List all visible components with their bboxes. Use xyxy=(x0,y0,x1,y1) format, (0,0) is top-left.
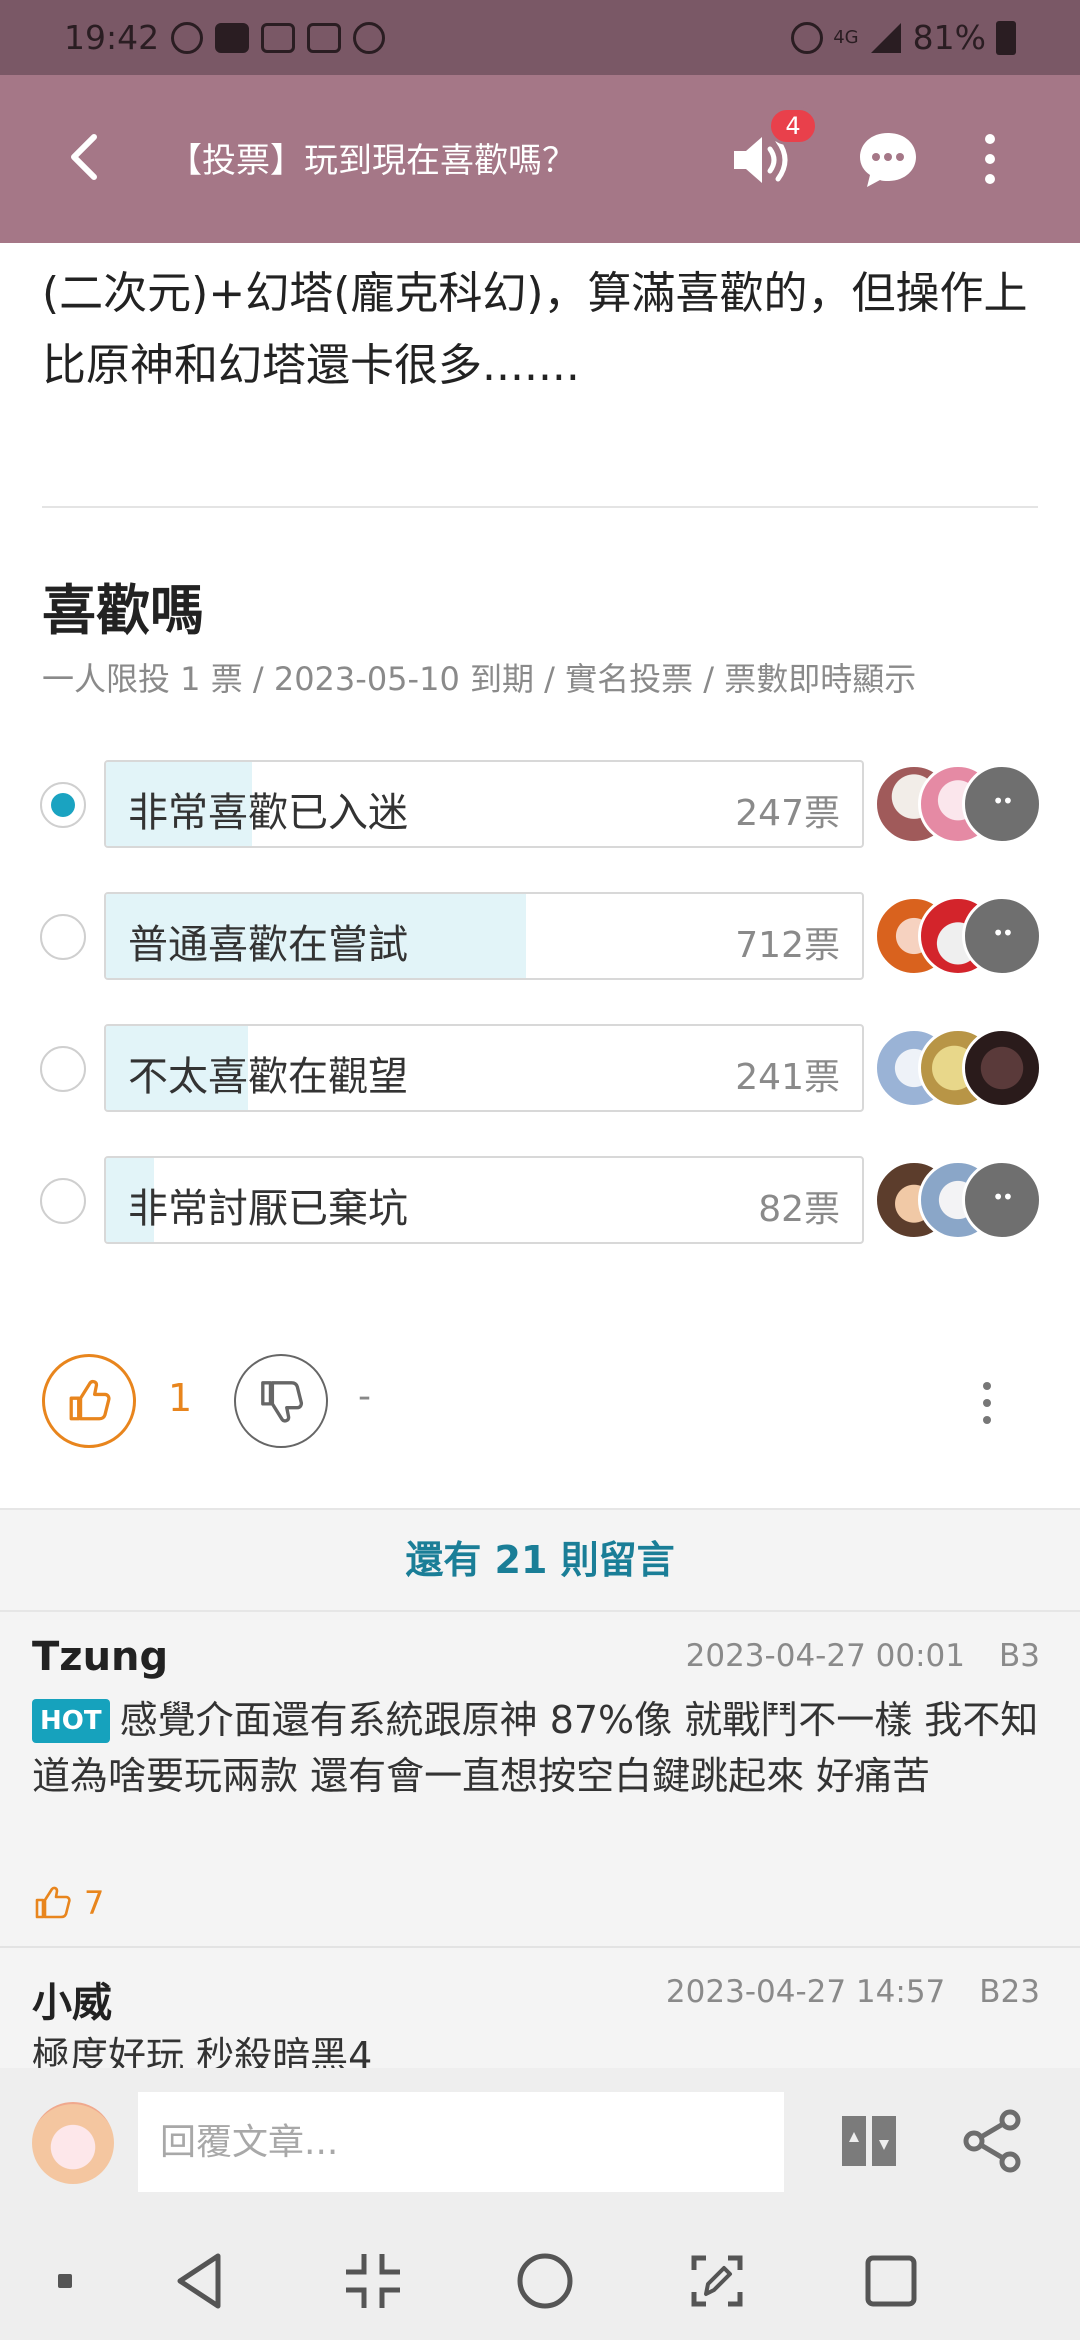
page-jump-icon[interactable] xyxy=(838,2110,900,2172)
poll-option[interactable]: 不太喜歡在觀望 241票 xyxy=(0,1024,1080,1114)
poll-option-bar[interactable]: 不太喜歡在觀望 241票 xyxy=(104,1024,864,1112)
user-avatar[interactable] xyxy=(32,2102,114,2184)
poll-option[interactable]: 非常喜歡已入迷 247票 xyxy=(0,760,1080,850)
poll-radio[interactable] xyxy=(40,914,86,960)
nav-dot-icon[interactable] xyxy=(50,2248,80,2314)
recents-icon[interactable] xyxy=(858,2248,924,2314)
notification-badge: 4 xyxy=(768,107,818,145)
comment-author[interactable]: Tzung xyxy=(32,1634,168,1680)
youtube-icon xyxy=(215,22,250,53)
poll-option-label: 不太喜歡在觀望 xyxy=(128,1054,408,1100)
voter-avatars[interactable] xyxy=(874,1028,1044,1108)
post-more-icon[interactable] xyxy=(970,1378,1004,1428)
page-title: 【投票】玩到現在喜歡嗎？ xyxy=(168,141,576,181)
avatar xyxy=(962,1028,1042,1108)
back-icon[interactable] xyxy=(56,127,116,187)
system-nav-bar xyxy=(0,2220,1080,2340)
poll-title: 喜歡嗎 xyxy=(42,579,204,642)
twitch-icon xyxy=(307,22,342,53)
notification-icons xyxy=(171,21,386,54)
chat-icon[interactable] xyxy=(856,127,920,191)
like-button[interactable] xyxy=(42,1354,136,1448)
comment-meta: 2023-04-27 00:01 B3 xyxy=(686,1638,1040,1674)
app-bar: 【投票】玩到現在喜歡嗎？ 4 xyxy=(0,75,1080,243)
whatsapp-icon xyxy=(171,21,204,54)
comment-date: 2023-04-27 00:01 xyxy=(685,1638,965,1674)
poll-option-votes: 247票 xyxy=(735,793,840,834)
system-indicators: 4G 81% xyxy=(791,18,1016,57)
poll-radio[interactable] xyxy=(40,1178,86,1224)
battery-icon xyxy=(996,20,1016,55)
poll-option-bar[interactable]: 非常喜歡已入迷 247票 xyxy=(104,760,864,848)
more-voters-avatar xyxy=(962,1160,1042,1240)
poll-radio[interactable] xyxy=(40,782,86,828)
dislike-count: - xyxy=(358,1376,371,1417)
more-options-icon[interactable] xyxy=(970,127,1010,191)
poll-radio[interactable] xyxy=(40,1046,86,1092)
call-icon xyxy=(353,21,386,54)
poll-option[interactable]: 普通喜歡在嘗試 712票 xyxy=(0,892,1080,982)
poll-option[interactable]: 非常討厭已棄坑 82票 xyxy=(0,1156,1080,1246)
poll-option-votes: 712票 xyxy=(735,925,840,966)
edit-capture-icon[interactable] xyxy=(684,2248,750,2314)
voter-avatars[interactable] xyxy=(874,764,1044,844)
comment-text: 極度好玩 秒殺暗黑4 xyxy=(32,2034,373,2068)
comment-like-button[interactable]: 7 xyxy=(34,1884,154,1924)
back-nav-icon[interactable] xyxy=(168,2248,234,2314)
status-time: 19:42 xyxy=(64,18,160,57)
poll-option-label: 非常討厭已棄坑 xyxy=(128,1186,408,1232)
gallery-icon xyxy=(261,22,296,53)
voter-avatars[interactable] xyxy=(874,1160,1044,1240)
poll-option-label: 普通喜歡在嘗試 xyxy=(128,922,408,968)
reply-bar xyxy=(0,2068,1080,2220)
comment-floor: B3 xyxy=(999,1638,1040,1674)
comment-like-count: 7 xyxy=(84,1884,105,1922)
status-bar: 19:42 4G 81% xyxy=(0,0,1080,75)
poll-option-votes: 82票 xyxy=(758,1189,840,1230)
poll-option-bar[interactable]: 普通喜歡在嘗試 712票 xyxy=(104,892,864,980)
poll-option-bar[interactable]: 非常討厭已棄坑 82票 xyxy=(104,1156,864,1244)
comment-body: HOT 感覺介面還有系統跟原神 87%像 就戰鬥不一樣 我不知道為啥要玩兩款 還有… xyxy=(32,1692,1052,1804)
comment-item: Tzung 2023-04-27 00:01 B3 HOT 感覺介面還有系統跟原神 … xyxy=(0,1612,1080,1946)
home-icon[interactable] xyxy=(512,2248,578,2314)
comment-item: 小威 2023-04-27 14:57 B23 極度好玩 秒殺暗黑4 xyxy=(0,1948,1080,2068)
voter-avatars[interactable] xyxy=(874,896,1044,976)
article-body: (二次元)+幻塔(龐克科幻)，算滿喜歡的，但操作上比原神和幻塔還卡很多.....… xyxy=(42,268,1028,391)
share-icon[interactable] xyxy=(960,2106,1026,2176)
hot-badge: HOT xyxy=(32,1699,110,1743)
more-comments-button[interactable]: 還有 21 則留言 xyxy=(0,1508,1080,1612)
poll-meta: 一人限投 1 票 / 2023-05-10 到期 / 實名投票 / 票數即時顯示 xyxy=(42,660,917,698)
signal-icon xyxy=(870,22,901,53)
comment-author[interactable]: 小威 xyxy=(32,1970,112,2028)
network-type: 4G xyxy=(833,27,859,48)
more-voters-avatar xyxy=(962,896,1042,976)
dislike-button[interactable] xyxy=(234,1354,328,1448)
more-voters-avatar xyxy=(962,764,1042,844)
divider xyxy=(42,506,1038,508)
like-count: 1 xyxy=(168,1376,193,1420)
poll-option-votes: 241票 xyxy=(735,1057,840,1098)
comment-floor: B23 xyxy=(979,1974,1040,2010)
comment-date: 2023-04-27 14:57 xyxy=(665,1974,946,2010)
reply-input[interactable] xyxy=(138,2092,784,2192)
compress-icon[interactable] xyxy=(340,2248,406,2314)
poll-option-label: 非常喜歡已入迷 xyxy=(128,790,408,836)
battery-percent: 81% xyxy=(912,18,986,57)
comment-meta: 2023-04-27 14:57 B23 xyxy=(666,1974,1040,2010)
comment-text: 感覺介面還有系統跟原神 87%像 就戰鬥不一樣 我不知道為啥要玩兩款 還有會一直… xyxy=(32,1698,1039,1798)
alarm-icon xyxy=(791,21,824,54)
thumbs-up-icon xyxy=(35,1886,71,1919)
